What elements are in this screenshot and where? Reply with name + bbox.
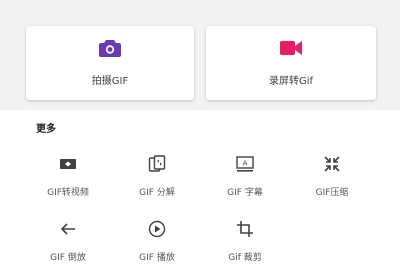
compress-icon [324, 156, 340, 172]
screen-record-card[interactable]: 录屏转Gif [206, 26, 376, 100]
record-gif-card[interactable]: 拍摄GIF [26, 26, 194, 100]
screen-record-label: 录屏转Gif [268, 76, 314, 87]
tool-gif-compress[interactable]: GIF压缩 [287, 155, 377, 205]
tool-gif-to-video[interactable]: GIF转视频 [23, 155, 113, 205]
tool-gif-subtitle[interactable]: A GIF 字幕 [200, 155, 290, 205]
subtitle-icon: A [236, 156, 254, 172]
crop-icon [237, 221, 253, 237]
tool-label: GIF 分解 [139, 188, 175, 198]
tool-gif-play[interactable]: GIF 播放 [112, 220, 202, 270]
tool-label: GIF 播放 [139, 253, 175, 263]
tool-gif-crop[interactable]: Gif 裁剪 [200, 220, 290, 270]
reverse-arrow-icon [60, 223, 75, 235]
video-convert-icon [60, 159, 76, 169]
svg-text:A: A [243, 160, 248, 168]
tool-gif-reverse[interactable]: GIF 倒放 [23, 220, 113, 270]
tool-label: Gif 裁剪 [228, 253, 262, 263]
videocam-icon [280, 41, 302, 55]
camera-icon [99, 40, 121, 57]
split-image-icon [148, 155, 166, 172]
tool-label: GIF转视频 [47, 188, 89, 198]
record-gif-label: 拍摄GIF [91, 76, 129, 87]
tool-label: GIF压缩 [315, 188, 349, 198]
primary-actions-area: 拍摄GIF 录屏转Gif [0, 0, 400, 110]
tool-gif-split[interactable]: GIF 分解 [112, 155, 202, 205]
tool-label: GIF 字幕 [227, 188, 263, 198]
more-section-title: 更多 [36, 124, 56, 135]
play-circle-icon [148, 220, 166, 238]
tool-label: GIF 倒放 [50, 253, 86, 263]
